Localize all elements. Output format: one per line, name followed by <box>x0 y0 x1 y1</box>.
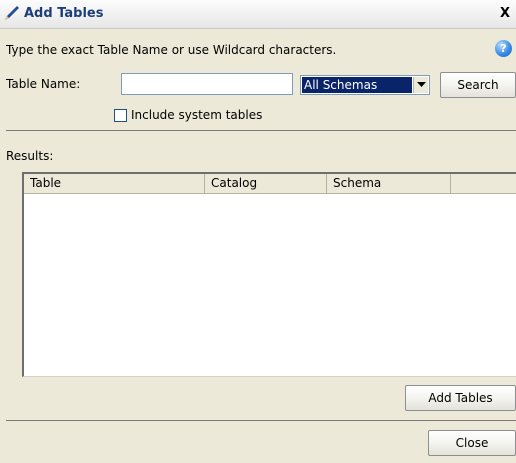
include-system-tables-checkbox[interactable] <box>114 109 127 122</box>
schema-select-value: All Schemas <box>302 77 412 93</box>
chevron-down-icon[interactable] <box>413 77 428 93</box>
column-header-schema[interactable]: Schema <box>327 174 451 193</box>
pencil-icon <box>5 6 19 20</box>
include-system-tables-label: Include system tables <box>131 108 263 122</box>
results-label: Results: <box>6 149 54 163</box>
add-tables-button[interactable]: Add Tables <box>405 385 516 411</box>
window-title: Add Tables <box>24 6 104 21</box>
close-button[interactable]: Close <box>428 430 516 456</box>
title-bar: Add Tables X <box>0 0 516 29</box>
column-header-catalog[interactable]: Catalog <box>205 174 327 193</box>
divider <box>6 130 516 131</box>
help-icon[interactable]: ? <box>495 40 512 57</box>
close-window-button[interactable]: X <box>500 6 516 22</box>
schema-select[interactable]: All Schemas <box>300 75 430 95</box>
instruction-text: Type the exact Table Name or use Wildcar… <box>6 43 337 57</box>
column-header-extra[interactable] <box>451 174 516 193</box>
column-header-table[interactable]: Table <box>24 174 205 193</box>
search-button[interactable]: Search <box>440 72 516 98</box>
table-name-input[interactable] <box>121 73 293 95</box>
divider <box>6 420 516 421</box>
table-name-label: Table Name: <box>6 77 81 91</box>
results-table[interactable]: Table Catalog Schema <box>22 172 516 377</box>
results-table-header: Table Catalog Schema <box>24 174 516 194</box>
